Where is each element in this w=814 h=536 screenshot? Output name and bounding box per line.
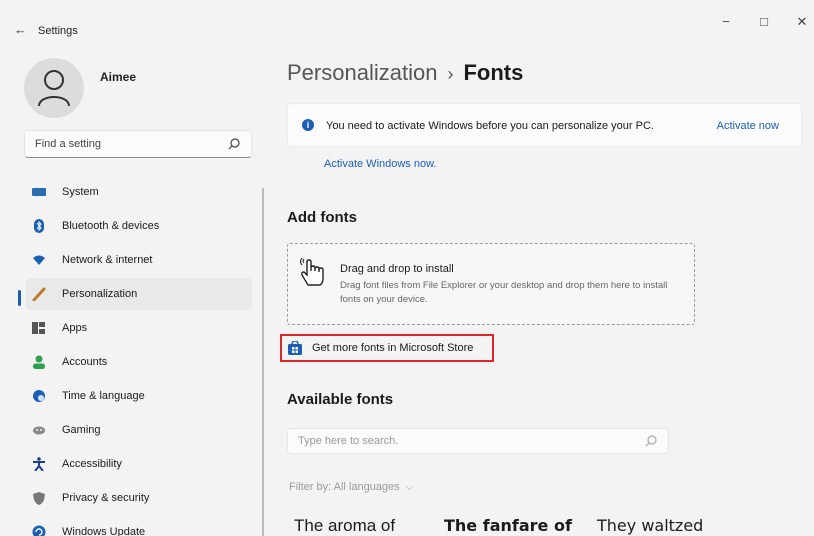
- back-arrow-icon[interactable]: ←: [14, 22, 27, 37]
- activation-banner: i You need to activate Windows before yo…: [287, 103, 802, 147]
- banner-message: You need to activate Windows before you …: [326, 120, 654, 132]
- update-icon: [32, 525, 46, 536]
- breadcrumb-separator-icon: ›: [447, 64, 454, 84]
- activate-now-link[interactable]: Activate now: [717, 120, 779, 132]
- info-icon: i: [302, 119, 314, 131]
- sidebar-item-label: Privacy & security: [62, 492, 150, 504]
- font-search-input[interactable]: Type here to search.: [287, 428, 669, 454]
- font-preview-card[interactable]: The aroma of: [294, 516, 395, 536]
- language-filter-dropdown[interactable]: Filter by: All languages ⌵: [289, 481, 413, 493]
- font-drop-zone[interactable]: Drag and drop to install Drag font files…: [287, 243, 695, 325]
- title-bar: ← Settings − □ ✕: [0, 0, 814, 44]
- sidebar-item-time-language[interactable]: Time & language: [26, 380, 252, 412]
- sidebar-item-label: Network & internet: [62, 254, 153, 266]
- chevron-down-icon: ⌵: [405, 482, 414, 493]
- sidebar-item-label: Bluetooth & devices: [62, 220, 160, 232]
- drop-description: Drag font files from File Explorer or yo…: [340, 280, 668, 305]
- globe-clock-icon: [33, 390, 45, 402]
- font-search-placeholder: Type here to search.: [298, 435, 399, 447]
- add-fonts-heading: Add fonts: [287, 209, 357, 226]
- search-icon: [228, 138, 240, 150]
- page-title: Fonts: [463, 60, 524, 85]
- available-fonts-heading: Available fonts: [287, 391, 394, 408]
- store-link-label: Get more fonts in Microsoft Store: [312, 342, 474, 354]
- filter-label: Filter by: All languages: [289, 481, 400, 493]
- sidebar-item-network[interactable]: Network & internet: [26, 244, 252, 276]
- font-preview-card[interactable]: They waltzed: [597, 516, 703, 535]
- microsoft-store-link[interactable]: Get more fonts in Microsoft Store: [280, 334, 494, 362]
- activate-windows-link[interactable]: Activate Windows now.: [324, 158, 437, 170]
- sidebar-item-accounts[interactable]: Accounts: [26, 346, 252, 378]
- scrollbar[interactable]: [262, 188, 264, 536]
- shield-icon: [33, 492, 45, 505]
- sidebar-item-label: Windows Update: [62, 526, 146, 536]
- breadcrumb-parent[interactable]: Personalization: [287, 60, 437, 85]
- active-indicator: [18, 290, 21, 306]
- app-title: Settings: [38, 25, 78, 37]
- sidebar-item-system[interactable]: System: [26, 176, 252, 208]
- wifi-icon: [33, 255, 45, 265]
- search-placeholder: Find a setting: [35, 138, 102, 150]
- minimize-button[interactable]: −: [714, 14, 738, 34]
- sidebar-item-label: Time & language: [62, 390, 145, 402]
- person-icon: [38, 70, 70, 107]
- sidebar-item-apps[interactable]: Apps: [26, 312, 252, 344]
- search-input[interactable]: Find a setting: [24, 130, 252, 158]
- sidebar-item-label: Accessibility: [62, 458, 122, 470]
- avatar[interactable]: [24, 58, 84, 118]
- sidebar-item-bluetooth[interactable]: Bluetooth & devices: [26, 210, 252, 242]
- controller-icon: [33, 426, 45, 435]
- close-button[interactable]: ✕: [790, 14, 814, 34]
- maximize-button[interactable]: □: [752, 14, 776, 34]
- sidebar-item-windows-update[interactable]: Windows Update: [26, 516, 252, 536]
- user-name: Aimee: [100, 70, 137, 84]
- person-icon: [33, 355, 45, 369]
- breadcrumb: Personalization › Fonts: [287, 60, 523, 86]
- bluetooth-icon: [34, 219, 44, 233]
- sidebar-item-label: Accounts: [62, 356, 108, 368]
- sidebar-item-label: Personalization: [62, 288, 138, 300]
- apps-icon: [32, 322, 45, 334]
- monitor-icon: [32, 188, 46, 196]
- sidebar-item-gaming[interactable]: Gaming: [26, 414, 252, 446]
- sidebar-item-label: System: [62, 186, 99, 198]
- sidebar-item-privacy[interactable]: Privacy & security: [26, 482, 252, 514]
- sidebar-item-label: Gaming: [62, 424, 101, 436]
- store-icon: [288, 341, 302, 355]
- drop-title: Drag and drop to install: [340, 263, 454, 275]
- sidebar-item-personalization[interactable]: Personalization: [26, 278, 252, 310]
- sidebar-item-label: Apps: [62, 322, 88, 334]
- accessibility-icon: [33, 457, 45, 471]
- font-preview-card[interactable]: The fanfare of: [444, 516, 572, 535]
- brush-icon: [32, 287, 46, 301]
- drag-hand-icon: [300, 257, 324, 286]
- sidebar-item-accessibility[interactable]: Accessibility: [26, 448, 252, 480]
- search-icon: [645, 435, 657, 447]
